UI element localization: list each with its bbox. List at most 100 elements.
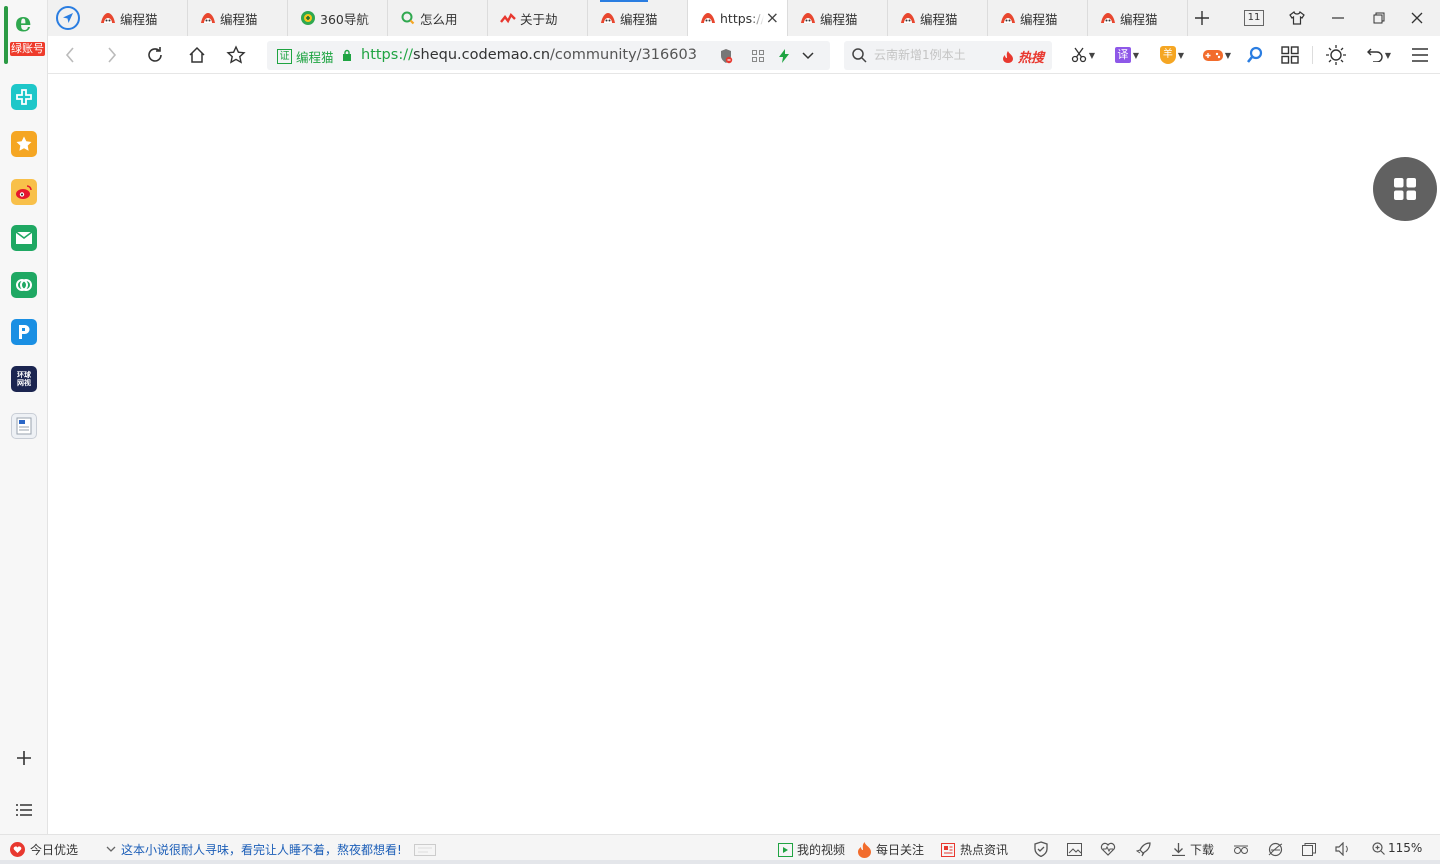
account-badge[interactable]: 绿账号	[10, 42, 45, 56]
codemao-favicon-icon	[700, 11, 716, 25]
hot-search-button[interactable]: 热搜	[1003, 47, 1044, 66]
screenshot-button[interactable]: ▼	[1066, 43, 1100, 67]
codemao-favicon-icon	[900, 11, 916, 25]
undo-icon	[1366, 48, 1383, 62]
mail-app-icon[interactable]	[11, 225, 37, 251]
daily-follow-button[interactable]: 每日关注	[858, 841, 924, 858]
restore-button[interactable]	[1361, 0, 1397, 36]
browser-logo[interactable]: e 绿账号	[4, 6, 46, 64]
tab[interactable]: 编程猫	[788, 0, 888, 36]
hamburger-icon	[1412, 48, 1428, 62]
security-icon[interactable]	[1033, 841, 1049, 857]
tab-active[interactable]: https://shequ.codemao.cn×	[688, 0, 788, 36]
speed-mode-icon[interactable]	[775, 47, 793, 65]
url-host: shequ.codemao.cn	[412, 47, 551, 63]
bookmark-star-button[interactable]	[224, 43, 248, 67]
tab[interactable]: 怎么用	[388, 0, 488, 36]
news-ticker-text[interactable]: 这本小说很耐人寻味，看完让人睡不着，熬夜都想看!	[121, 841, 402, 858]
360-favicon-icon	[300, 11, 316, 25]
medical-app-icon[interactable]	[11, 84, 37, 110]
link-app-icon[interactable]	[11, 272, 37, 298]
four-squares-icon	[1394, 178, 1416, 200]
game-button[interactable]: ▼	[1200, 43, 1234, 67]
url-path: /community/316603	[550, 47, 697, 63]
tab[interactable]: 编程猫	[588, 0, 688, 36]
floating-menu-button[interactable]	[1373, 157, 1437, 221]
health-icon[interactable]	[1100, 841, 1116, 857]
brightness-button[interactable]	[1324, 43, 1348, 67]
address-dropdown-icon[interactable]	[799, 47, 817, 65]
tab-title: 编程猫	[1120, 11, 1158, 27]
taskbar-strip	[0, 860, 1440, 864]
news-app-icon[interactable]: 环球 网视	[11, 366, 37, 392]
list-menu-icon[interactable]	[14, 800, 34, 820]
tab[interactable]: 编程猫	[1088, 0, 1188, 36]
news-ticker[interactable]: 这本小说很耐人寻味，看完让人睡不着，熬夜都想看!	[106, 841, 436, 858]
add-app-icon[interactable]	[14, 748, 34, 768]
tab[interactable]: 关于劫	[488, 0, 588, 36]
qrcode-icon[interactable]	[749, 47, 767, 65]
loading-indicator	[600, 0, 648, 2]
apps-grid-button[interactable]	[1278, 43, 1302, 67]
undo-close-button[interactable]: ▼	[1362, 43, 1396, 67]
skin-icon[interactable]	[1279, 0, 1315, 36]
url-text[interactable]: https://shequ.codemao.cn/community/31660…	[361, 47, 697, 63]
favorites-app-icon[interactable]	[11, 131, 37, 157]
rocket-icon[interactable]	[1135, 841, 1151, 857]
magnifier-button[interactable]	[1243, 43, 1267, 67]
glasses-icon[interactable]	[1233, 841, 1249, 857]
address-bar[interactable]: 证 编程猫 https://shequ.codemao.cn/community…	[267, 41, 830, 70]
document-app-icon[interactable]	[11, 413, 37, 439]
ie-compat-icon[interactable]	[1267, 841, 1283, 857]
my-video-button[interactable]: 我的视频	[778, 841, 845, 858]
volume-icon[interactable]	[1335, 841, 1351, 857]
tab[interactable]: 360导航	[288, 0, 388, 36]
gamepad-icon	[1202, 50, 1223, 61]
image-icon[interactable]	[1066, 841, 1082, 857]
search-input[interactable]	[874, 45, 994, 65]
tab-title: 编程猫	[120, 11, 158, 27]
minimize-button[interactable]	[1320, 0, 1356, 36]
back-button[interactable]	[58, 43, 82, 67]
safety-shield-button[interactable]: 羊 ▼	[1156, 43, 1188, 67]
download-button[interactable]: 下载	[1172, 841, 1214, 858]
hot-news-button[interactable]: 热点资讯	[941, 841, 1008, 858]
p-app-icon[interactable]	[11, 319, 37, 345]
close-window-button[interactable]	[1399, 0, 1435, 36]
download-label: 下载	[1190, 843, 1215, 857]
tab-count[interactable]: 11	[1244, 10, 1264, 26]
refresh-button[interactable]	[143, 43, 167, 67]
tab-title: 编程猫	[820, 11, 858, 27]
daily-follow-label: 每日关注	[876, 843, 925, 857]
new-tab-button[interactable]	[1184, 0, 1220, 36]
certificate-icon: 证	[277, 49, 292, 64]
magnifier-icon	[1246, 46, 1263, 63]
privacy-shield-icon[interactable]	[717, 47, 735, 65]
tab-title: 编程猫	[220, 11, 258, 27]
zoom-icon	[1372, 841, 1385, 855]
my-video-label: 我的视频	[797, 843, 846, 857]
scissors-icon	[1071, 47, 1087, 63]
tab[interactable]: 编程猫	[888, 0, 988, 36]
search-box[interactable]: 热搜	[844, 41, 1052, 70]
sun-icon	[1326, 45, 1346, 65]
translate-icon: 译	[1114, 47, 1131, 63]
zoom-control[interactable]: 115%	[1372, 841, 1422, 855]
certificate-badge[interactable]: 证 编程猫	[277, 47, 334, 66]
main-menu-button[interactable]	[1408, 43, 1432, 67]
today-picks-button[interactable]: 今日优选	[10, 841, 78, 858]
weibo-app-icon[interactable]	[11, 179, 37, 205]
window-icon[interactable]	[1301, 841, 1317, 857]
url-protocol: https://	[361, 47, 413, 63]
close-tab-icon[interactable]: ×	[766, 10, 779, 26]
browser-e-icon: e	[15, 8, 32, 38]
tab[interactable]: 编程猫	[988, 0, 1088, 36]
navigation-icon[interactable]	[56, 6, 80, 30]
home-button[interactable]	[185, 43, 209, 67]
translate-button[interactable]: 译 ▼	[1112, 43, 1142, 67]
codemao-favicon-icon	[200, 11, 216, 25]
forward-button[interactable]	[100, 43, 124, 67]
download-icon	[1172, 843, 1185, 856]
tab[interactable]: 编程猫	[188, 0, 288, 36]
tab[interactable]: 编程猫	[88, 0, 188, 36]
